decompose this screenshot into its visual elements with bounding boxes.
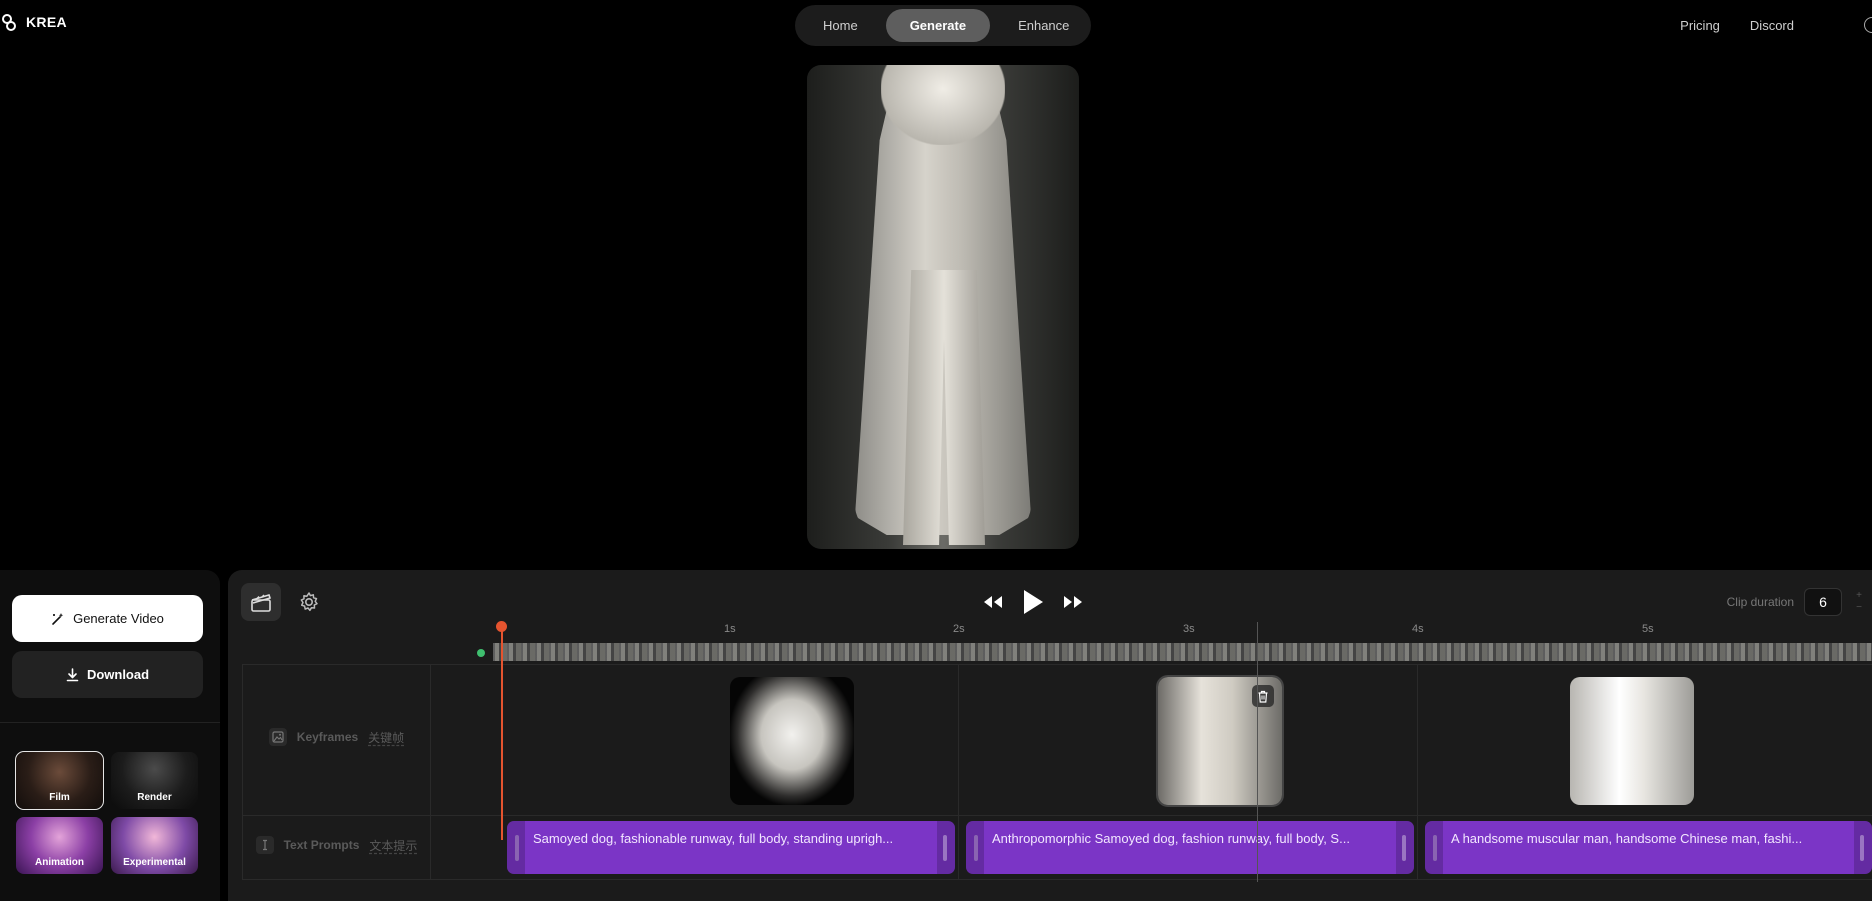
track-separator: [242, 815, 1872, 816]
fast-forward-icon[interactable]: [1061, 594, 1085, 610]
ruler-tick: 3s: [1183, 623, 1195, 635]
download-icon: [66, 667, 79, 681]
prompt-clip[interactable]: A handsome muscular man, handsome Chines…: [1425, 821, 1872, 874]
style-label: Render: [137, 792, 172, 803]
clip-handle-left[interactable]: [1425, 821, 1443, 874]
video-preview[interactable]: [807, 65, 1079, 549]
keyframe-thumbnail[interactable]: [1156, 675, 1284, 807]
prompt-clip[interactable]: Samoyed dog, fashionable runway, full bo…: [507, 821, 955, 874]
nav-tab-generate[interactable]: Generate: [885, 9, 991, 42]
profile-icon[interactable]: [1864, 17, 1872, 33]
grid-line: [958, 664, 959, 880]
clip-duration-input[interactable]: 6: [1804, 588, 1842, 616]
prompt-clip[interactable]: Anthropomorphic Samoyed dog, fashion run…: [966, 821, 1414, 874]
gear-icon: [300, 592, 318, 612]
keyframes-sublabel: 关键帧: [368, 730, 405, 745]
generate-video-label: Generate Video: [73, 611, 164, 626]
style-experimental[interactable]: Experimental: [111, 817, 198, 874]
main-nav: Home Generate Enhance: [795, 5, 1091, 46]
krea-logo-icon: [2, 14, 16, 31]
ruler-tick: 4s: [1412, 623, 1424, 635]
prompt-text: Samoyed dog, fashionable runway, full bo…: [533, 831, 894, 846]
keyframes-track-label: Keyframes 关键帧: [242, 728, 431, 746]
download-button[interactable]: Download: [12, 651, 203, 698]
start-marker[interactable]: [477, 649, 485, 657]
style-animation[interactable]: Animation: [16, 817, 103, 874]
clip-handle-left[interactable]: [966, 821, 984, 874]
clip-handle-left[interactable]: [507, 821, 525, 874]
track-labels: Keyframes 关键帧 Text Prompts 文本提示: [242, 664, 431, 880]
clip-handle-right[interactable]: [1396, 821, 1414, 874]
keyframes-label: Keyframes: [296, 730, 359, 744]
prompts-sublabel: 文本提示: [369, 838, 418, 853]
keyframe-thumbnail[interactable]: [1570, 677, 1694, 805]
keyframe-thumbnail[interactable]: [730, 677, 854, 805]
style-film[interactable]: Film: [15, 751, 104, 810]
rewind-icon[interactable]: [981, 594, 1005, 610]
playhead-handle[interactable]: [496, 621, 507, 632]
settings-button[interactable]: [289, 583, 329, 621]
nav-tab-home[interactable]: Home: [799, 9, 882, 42]
clip-duration-label: Clip duration: [1726, 595, 1794, 609]
hover-indicator: [1257, 622, 1258, 882]
grid-line: [1417, 664, 1418, 880]
preview-figure-collar: [881, 65, 1005, 145]
ruler-tick: 5s: [1642, 623, 1654, 635]
clip-duration-control: Clip duration 6: [1727, 588, 1842, 616]
download-label: Download: [86, 667, 150, 682]
clip-handle-right[interactable]: [1854, 821, 1872, 874]
clapperboard-button[interactable]: [241, 583, 281, 621]
ruler-tick: 1s: [724, 623, 736, 635]
ruler-tick: 2s: [953, 623, 965, 635]
image-icon: [268, 728, 287, 746]
header-links: Pricing Discord: [1680, 17, 1872, 33]
app-header: KREA Home Generate Enhance Pricing Disco…: [0, 0, 1872, 50]
clip-duration-stepper-icon[interactable]: + −: [1856, 590, 1862, 614]
transport-controls: [981, 588, 1085, 616]
nav-tab-enhance[interactable]: Enhance: [994, 9, 1093, 42]
discord-link[interactable]: Discord: [1750, 18, 1794, 33]
style-render[interactable]: Render: [111, 752, 198, 809]
generate-video-button[interactable]: Generate Video: [12, 595, 203, 642]
magic-wand-icon: [52, 612, 64, 625]
brand-name: KREA: [26, 14, 67, 30]
style-label: Animation: [35, 857, 84, 868]
text-cursor-icon: [255, 836, 274, 854]
prompt-text: A handsome muscular man, handsome Chines…: [1451, 831, 1803, 846]
prompt-text: Anthropomorphic Samoyed dog, fashion run…: [992, 831, 1350, 846]
prompts-track-label: Text Prompts 文本提示: [242, 836, 431, 854]
frame-filmstrip[interactable]: [493, 643, 1872, 661]
prompts-label: Text Prompts: [283, 838, 360, 852]
pricing-link[interactable]: Pricing: [1680, 18, 1720, 33]
play-icon[interactable]: [1021, 588, 1045, 616]
style-label: Experimental: [123, 857, 186, 868]
style-label: Film: [49, 792, 70, 803]
trash-icon[interactable]: [1252, 685, 1274, 707]
brand-logo[interactable]: KREA: [2, 14, 67, 31]
style-presets: Film Render Animation Experimental: [15, 751, 198, 874]
sidebar-divider: [0, 722, 220, 723]
clip-handle-right[interactable]: [937, 821, 955, 874]
clapperboard-icon: [251, 594, 272, 612]
playhead[interactable]: [501, 630, 503, 840]
